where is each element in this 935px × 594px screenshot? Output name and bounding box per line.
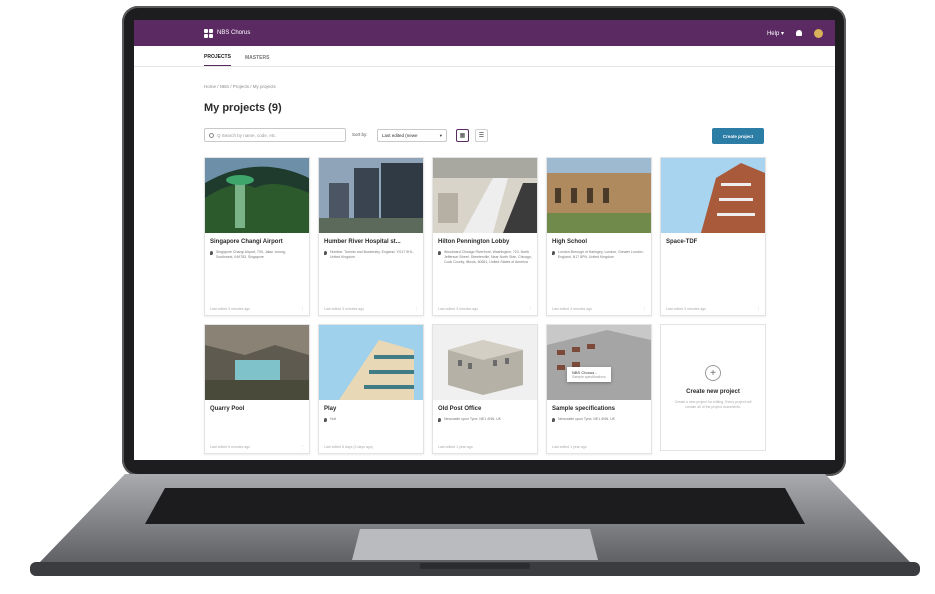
project-location: Humber, Toronto and Buckersby, England, … bbox=[319, 245, 423, 260]
nbs-logo-icon bbox=[204, 28, 213, 38]
list-icon: ☰ bbox=[478, 133, 485, 139]
more-icon[interactable]: ⋮ bbox=[529, 307, 533, 311]
project-location: Newcastle upon Tyne, NE1 4NN, UK bbox=[547, 412, 651, 422]
project-card[interactable]: Singapore Changi Airport Singapore Chang… bbox=[204, 157, 310, 316]
location-pin-icon bbox=[552, 250, 555, 255]
location-pin-icon bbox=[210, 250, 213, 255]
location-text: London Borough of Haringey, London, Grea… bbox=[558, 250, 644, 259]
last-edited: Last edited 3 minutes ago bbox=[324, 307, 365, 311]
last-edited: Last edited 1 year ago bbox=[552, 445, 587, 449]
project-image bbox=[319, 325, 423, 400]
project-title: Sample specifications bbox=[552, 406, 616, 412]
location-pin-icon bbox=[552, 417, 555, 422]
project-card[interactable]: Quarry Pool Last edited 6 minutes ago ⋮ bbox=[204, 324, 310, 454]
create-new-project-title: Create new project bbox=[686, 389, 740, 395]
project-title: Quarry Pool bbox=[210, 406, 245, 412]
project-location: Woodward Chicago Riverfront, Washington,… bbox=[433, 245, 537, 265]
project-card[interactable]: Old Post Office Newcastle upon Tyne, NE1… bbox=[432, 324, 538, 454]
project-location: Hull bbox=[319, 412, 423, 422]
project-image bbox=[319, 158, 423, 233]
project-tooltip: NBS Chorus - Sample specifications bbox=[567, 367, 611, 382]
project-location: Newcastle upon Tyne, NE1 4NN, UK bbox=[433, 412, 537, 422]
bell-icon[interactable] bbox=[796, 30, 802, 36]
app-header: NBS Chorus Help ▾ bbox=[134, 20, 835, 46]
last-edited: Last edited 1 year ago bbox=[438, 445, 473, 449]
project-card[interactable]: High School London Borough of Haringey, … bbox=[546, 157, 652, 316]
project-title: Singapore Changi Airport bbox=[210, 239, 283, 245]
grid-view-button[interactable]: ▦ bbox=[456, 129, 469, 142]
project-image bbox=[205, 158, 309, 233]
last-edited: Last edited 8 days (3 days ago) bbox=[324, 445, 373, 449]
location-pin-icon bbox=[324, 417, 327, 422]
last-edited: Last edited 3 minutes ago bbox=[552, 307, 593, 311]
page-title: My projects (9) bbox=[204, 102, 282, 114]
project-card[interactable]: Hilton Pennington Lobby Woodward Chicago… bbox=[432, 157, 538, 316]
location-text: Woodward Chicago Riverfront, Washington,… bbox=[444, 250, 532, 264]
app-screen: NBS Chorus Help ▾ PROJECTS MASTERS Home … bbox=[134, 20, 835, 460]
project-card[interactable]: Space-TDF Last edited 3 minutes ago ⋮ bbox=[660, 157, 766, 316]
create-project-button[interactable]: Create project bbox=[712, 128, 764, 144]
project-image bbox=[205, 325, 309, 400]
more-icon[interactable]: ⋮ bbox=[757, 307, 761, 311]
sort-select[interactable]: Last edited (newe ▾ bbox=[377, 129, 447, 142]
project-card[interactable]: Humber River Hospital st... Humber, Toro… bbox=[318, 157, 424, 316]
app-name: NBS Chorus bbox=[217, 30, 251, 36]
tooltip-subtitle: Sample specifications bbox=[572, 375, 606, 379]
location-text: Hull bbox=[330, 417, 337, 421]
help-menu[interactable]: Help ▾ bbox=[767, 30, 784, 37]
list-view-button[interactable]: ☰ bbox=[475, 129, 488, 142]
project-title: Old Post Office bbox=[438, 406, 482, 412]
tab-masters[interactable]: MASTERS bbox=[245, 55, 269, 66]
avatar[interactable] bbox=[814, 28, 823, 38]
more-icon[interactable]: ⋮ bbox=[301, 445, 305, 449]
grid-icon: ▦ bbox=[459, 133, 466, 139]
search-placeholder: Q Search by name, code, etc. bbox=[217, 132, 277, 138]
project-image bbox=[433, 158, 537, 233]
project-image bbox=[661, 158, 765, 233]
project-title: Space-TDF bbox=[666, 239, 698, 245]
tab-projects[interactable]: PROJECTS bbox=[204, 54, 231, 66]
create-new-project-card[interactable]: + Create new project Create a new projec… bbox=[660, 324, 766, 451]
sort-label: Sort by: bbox=[352, 132, 368, 137]
sort-value: Last edited (newe bbox=[382, 133, 418, 138]
location-pin-icon bbox=[438, 250, 441, 255]
search-input[interactable]: Q Search by name, code, etc. bbox=[204, 128, 346, 142]
project-title: Hilton Pennington Lobby bbox=[438, 239, 510, 245]
app-logo[interactable]: NBS Chorus bbox=[204, 28, 251, 38]
location-pin-icon bbox=[438, 417, 441, 422]
project-card[interactable]: NBS Chorus - Sample specifications Sampl… bbox=[546, 324, 652, 454]
project-image bbox=[547, 158, 651, 233]
last-edited: Last edited 3 minutes ago bbox=[438, 307, 479, 311]
chevron-down-icon: ▾ bbox=[439, 132, 442, 138]
laptop-base bbox=[30, 474, 920, 576]
location-pin-icon bbox=[324, 250, 327, 255]
location-text: Singapore Changi Airport, 709, Jalan Jur… bbox=[216, 250, 286, 259]
last-edited: Last edited 6 minutes ago bbox=[210, 445, 251, 449]
project-title: Humber River Hospital st... bbox=[324, 239, 401, 245]
create-new-project-description: Create a new project for editing, Every … bbox=[674, 400, 752, 409]
plus-icon: + bbox=[705, 365, 721, 381]
location-text: Newcastle upon Tyne, NE1 4NN, UK bbox=[558, 417, 615, 421]
location-text: Newcastle upon Tyne, NE1 4NN, UK bbox=[444, 417, 501, 421]
tab-bar: PROJECTS MASTERS bbox=[134, 46, 835, 67]
project-title: High School bbox=[552, 239, 587, 245]
last-edited: Last edited 3 minutes ago bbox=[210, 307, 251, 311]
project-location: London Borough of Haringey, London, Grea… bbox=[547, 245, 651, 260]
project-card[interactable]: Play Hull Last edited 8 days (3 days ago… bbox=[318, 324, 424, 454]
breadcrumb[interactable]: Home / NBS / Projects / My projects bbox=[204, 84, 276, 89]
more-icon[interactable]: ⋮ bbox=[643, 307, 647, 311]
location-text: Humber, Toronto and Buckersby, England, … bbox=[330, 250, 414, 259]
project-location: Singapore Changi Airport, 709, Jalan Jur… bbox=[205, 245, 309, 260]
search-icon bbox=[209, 132, 214, 138]
more-icon[interactable]: ⋮ bbox=[301, 307, 305, 311]
project-image bbox=[433, 325, 537, 400]
last-edited: Last edited 3 minutes ago bbox=[666, 307, 707, 311]
more-icon[interactable]: ⋮ bbox=[415, 307, 419, 311]
project-image: NBS Chorus - Sample specifications bbox=[547, 325, 651, 400]
project-title: Play bbox=[324, 406, 337, 412]
